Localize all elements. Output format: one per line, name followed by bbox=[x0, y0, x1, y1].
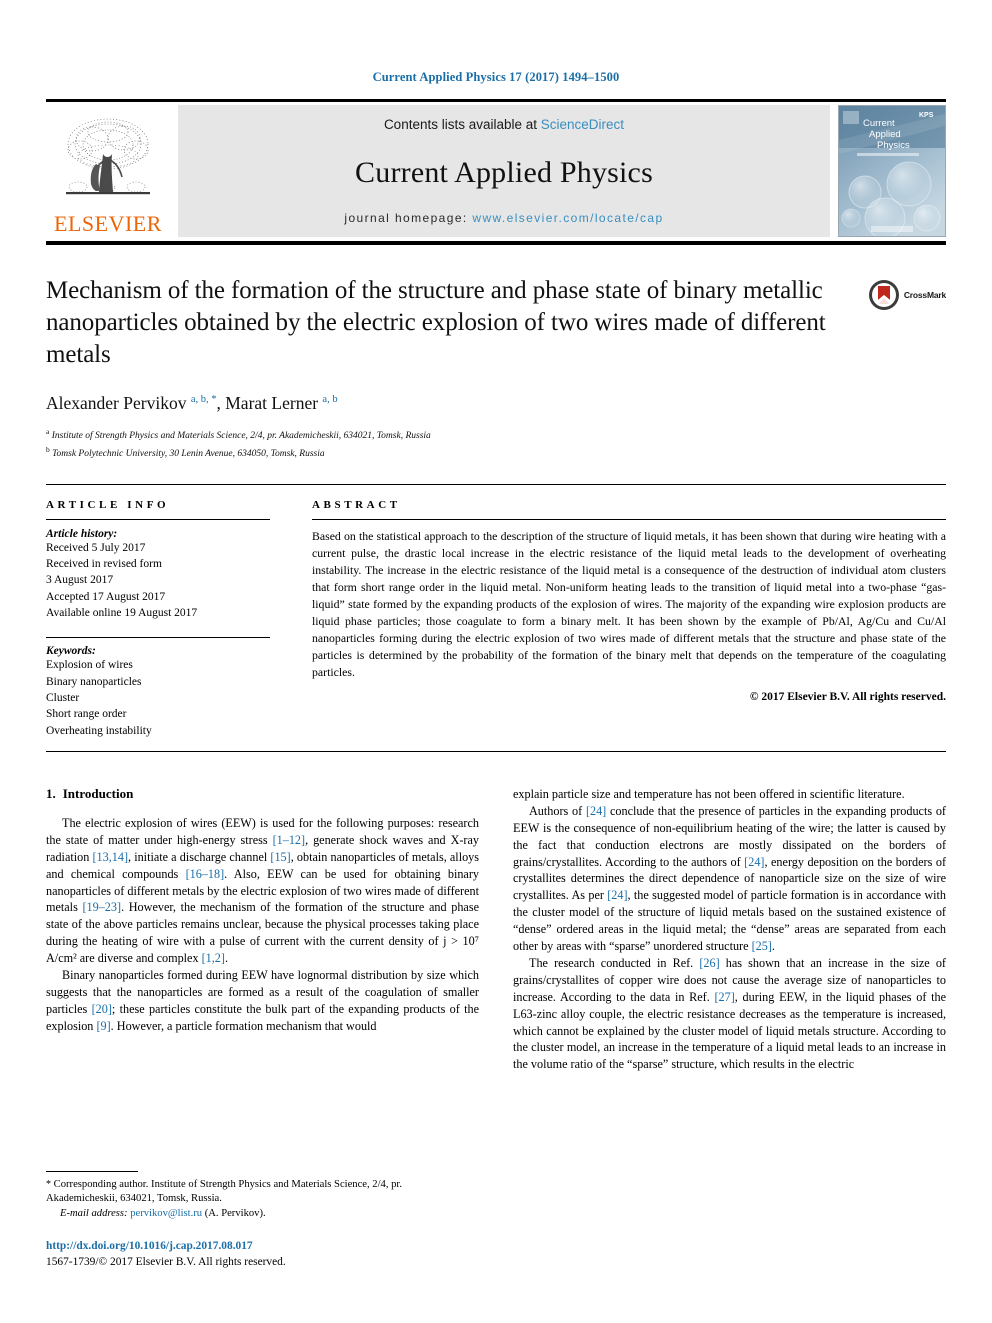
body-paragraph: The electric explosion of wires (EEW) is… bbox=[46, 816, 480, 966]
right-column-paragraphs: explain particle size and temperature ha… bbox=[513, 786, 946, 1073]
article-history-item: Available online 19 August 2017 bbox=[46, 607, 198, 620]
citation-link[interactable]: [20] bbox=[92, 1002, 112, 1016]
email-link[interactable]: pervikov@list.ru bbox=[130, 1208, 202, 1219]
abstract-rule bbox=[312, 518, 946, 520]
article-info-column: ARTICLE INFO Article history: Received 5… bbox=[46, 499, 294, 739]
masthead-top-rule bbox=[46, 99, 946, 102]
crossmark-icon bbox=[868, 280, 899, 310]
section-number: 1. bbox=[46, 786, 56, 802]
cover-title-2: Applied bbox=[869, 129, 901, 140]
cover-title-1: Current bbox=[863, 118, 895, 129]
homepage-url-link[interactable]: www.elsevier.com/locate/cap bbox=[472, 211, 663, 225]
abstract-text: Based on the statistical approach to the… bbox=[312, 528, 946, 679]
article-history-list: Received 5 July 2017 Received in revised … bbox=[46, 540, 270, 622]
keywords-list: Explosion of wires Binary nanoparticles Cl… bbox=[46, 657, 270, 739]
abstract-heading: ABSTRACT bbox=[312, 498, 401, 511]
keyword-item: Cluster bbox=[46, 692, 80, 705]
footnote-rule bbox=[46, 1170, 138, 1172]
journal-cover-art: Current Applied Physics KPS bbox=[839, 106, 945, 236]
citation-link[interactable]: [27] bbox=[714, 990, 734, 1004]
citation-link[interactable]: [9] bbox=[96, 1019, 110, 1033]
keywords-block: Keywords: Explosion of wires Binary nanop… bbox=[46, 637, 270, 739]
affiliation-marker: a bbox=[46, 427, 50, 436]
affiliation-item: a Institute of Strength Physics and Mate… bbox=[46, 427, 431, 442]
email-suffix: (A. Pervikov). bbox=[202, 1208, 266, 1220]
contents-line: Contents lists available at ScienceDirec… bbox=[384, 117, 624, 132]
homepage-prefix: journal homepage: bbox=[344, 211, 473, 225]
journal-banner: Contents lists available at ScienceDirec… bbox=[178, 105, 830, 237]
contents-prefix: Contents lists available at bbox=[383, 117, 541, 132]
article-history-item: Received 5 July 2017 bbox=[46, 541, 146, 554]
crossmark-badge[interactable]: CrossMark bbox=[868, 279, 946, 311]
abstract-column: ABSTRACT Based on the statistical approa… bbox=[294, 499, 946, 739]
section-heading-introduction: 1. Introduction bbox=[46, 786, 479, 802]
abstract-copyright: © 2017 Elsevier B.V. All rights reserved… bbox=[749, 690, 946, 703]
crossmark-label: CrossMark bbox=[903, 290, 946, 300]
citation-link[interactable]: [1,2] bbox=[202, 951, 225, 965]
affiliation-item: b Tomsk Polytechnic University, 30 Lenin… bbox=[46, 444, 325, 460]
info-abstract-row: ARTICLE INFO Article history: Received 5… bbox=[46, 499, 946, 739]
body-paragraph: explain particle size and temperature ha… bbox=[513, 787, 905, 802]
journal-homepage-line: journal homepage: www.elsevier.com/locat… bbox=[344, 211, 663, 225]
citation-link[interactable]: [13,14] bbox=[92, 850, 128, 864]
cover-title-3: Physics bbox=[877, 140, 910, 151]
email-label: E-mail address: bbox=[60, 1208, 128, 1220]
body-paragraph: The research conducted in Ref. [26] has … bbox=[513, 955, 946, 1072]
page-title: Mechanism of the formation of the struct… bbox=[46, 277, 826, 368]
citation-link[interactable]: [15] bbox=[270, 850, 290, 864]
elsevier-wordmark: ELSEVIER bbox=[54, 211, 162, 236]
keyword-item: Overheating instability bbox=[46, 724, 152, 737]
body-paragraph: Binary nanoparticles formed during EEW h… bbox=[46, 968, 479, 1033]
sciencedirect-link[interactable]: ScienceDirect bbox=[541, 117, 624, 132]
body-column-right: explain particle size and temperature ha… bbox=[513, 786, 946, 1073]
citation-link[interactable]: [24] bbox=[607, 888, 627, 902]
keywords-rule bbox=[46, 637, 270, 639]
corresponding-author-text: Corresponding author. Institute of Stren… bbox=[46, 1178, 403, 1205]
article-history-item: Received in revised form bbox=[46, 558, 162, 571]
journal-cover-thumbnail[interactable]: Current Applied Physics KPS bbox=[838, 105, 946, 237]
elsevier-logo: ELSEVIER bbox=[46, 105, 170, 237]
title-block: CrossMark Mechanism of the formation of … bbox=[46, 275, 946, 462]
article-history-item: Accepted 17 August 2017 bbox=[46, 590, 166, 603]
footnote-block: * Corresponding author. Institute of Str… bbox=[46, 1170, 474, 1271]
citation-link[interactable]: [24] bbox=[744, 855, 764, 869]
affiliation-list: a Institute of Strength Physics and Mate… bbox=[46, 426, 826, 462]
affiliation-marker: b bbox=[46, 444, 50, 454]
doi-block: http://dx.doi.org/10.1016/j.cap.2017.08.… bbox=[46, 1239, 474, 1271]
left-column-paragraphs: The electric explosion of wires (EEW) is… bbox=[46, 815, 479, 1035]
doi-link[interactable]: http://dx.doi.org/10.1016/j.cap.2017.08.… bbox=[46, 1239, 474, 1255]
elsevier-tree-icon bbox=[66, 118, 150, 195]
citation-link[interactable]: [1–12] bbox=[273, 833, 306, 847]
keywords-label: Keywords: bbox=[46, 645, 96, 658]
paper-page: Current Applied Physics 17 (2017) 1494–1… bbox=[0, 0, 992, 1323]
article-history-item: 3 August 2017 bbox=[46, 574, 114, 587]
keyword-item: Explosion of wires bbox=[46, 659, 133, 672]
corresponding-author-note: * Corresponding author. Institute of Str… bbox=[46, 1178, 474, 1222]
section-label: Introduction bbox=[62, 786, 134, 802]
citation-link[interactable]: [19–23] bbox=[82, 900, 121, 914]
citation-link[interactable]: [24] bbox=[586, 804, 606, 818]
body-columns: 1. Introduction The electric explosion of… bbox=[46, 786, 946, 1073]
journal-masthead: ELSEVIER Contents lists available at Sci… bbox=[46, 105, 946, 237]
body-column-left: 1. Introduction The electric explosion of… bbox=[46, 786, 479, 1073]
journal-title: Current Applied Physics bbox=[355, 156, 653, 189]
body-paragraph: Authors of [24] conclude that the presen… bbox=[513, 803, 947, 954]
info-bottom-rule bbox=[46, 751, 946, 753]
article-info-heading: ARTICLE INFO bbox=[46, 498, 170, 511]
cover-kps-badge: KPS bbox=[919, 112, 934, 119]
issn-copyright-line: 1567-1739/© 2017 Elsevier B.V. All right… bbox=[46, 1256, 286, 1269]
keyword-item: Binary nanoparticles bbox=[46, 675, 142, 688]
author-list: Alexander Pervikov a, b, *, Marat Lerner… bbox=[46, 393, 338, 413]
keyword-item: Short range order bbox=[46, 708, 127, 721]
info-top-rule bbox=[46, 483, 946, 485]
citation-link[interactable]: [16–18] bbox=[186, 867, 225, 881]
email-line: E-mail address: pervikov@list.ru (A. Per… bbox=[46, 1207, 474, 1222]
article-history-label: Article history: bbox=[46, 527, 118, 540]
citation-link[interactable]: [26] bbox=[699, 956, 719, 970]
citation-link[interactable]: [25] bbox=[752, 939, 772, 953]
masthead-bottom-rule bbox=[46, 241, 946, 245]
article-info-rule bbox=[46, 518, 270, 520]
running-head: Current Applied Physics 17 (2017) 1494–1… bbox=[372, 70, 620, 84]
